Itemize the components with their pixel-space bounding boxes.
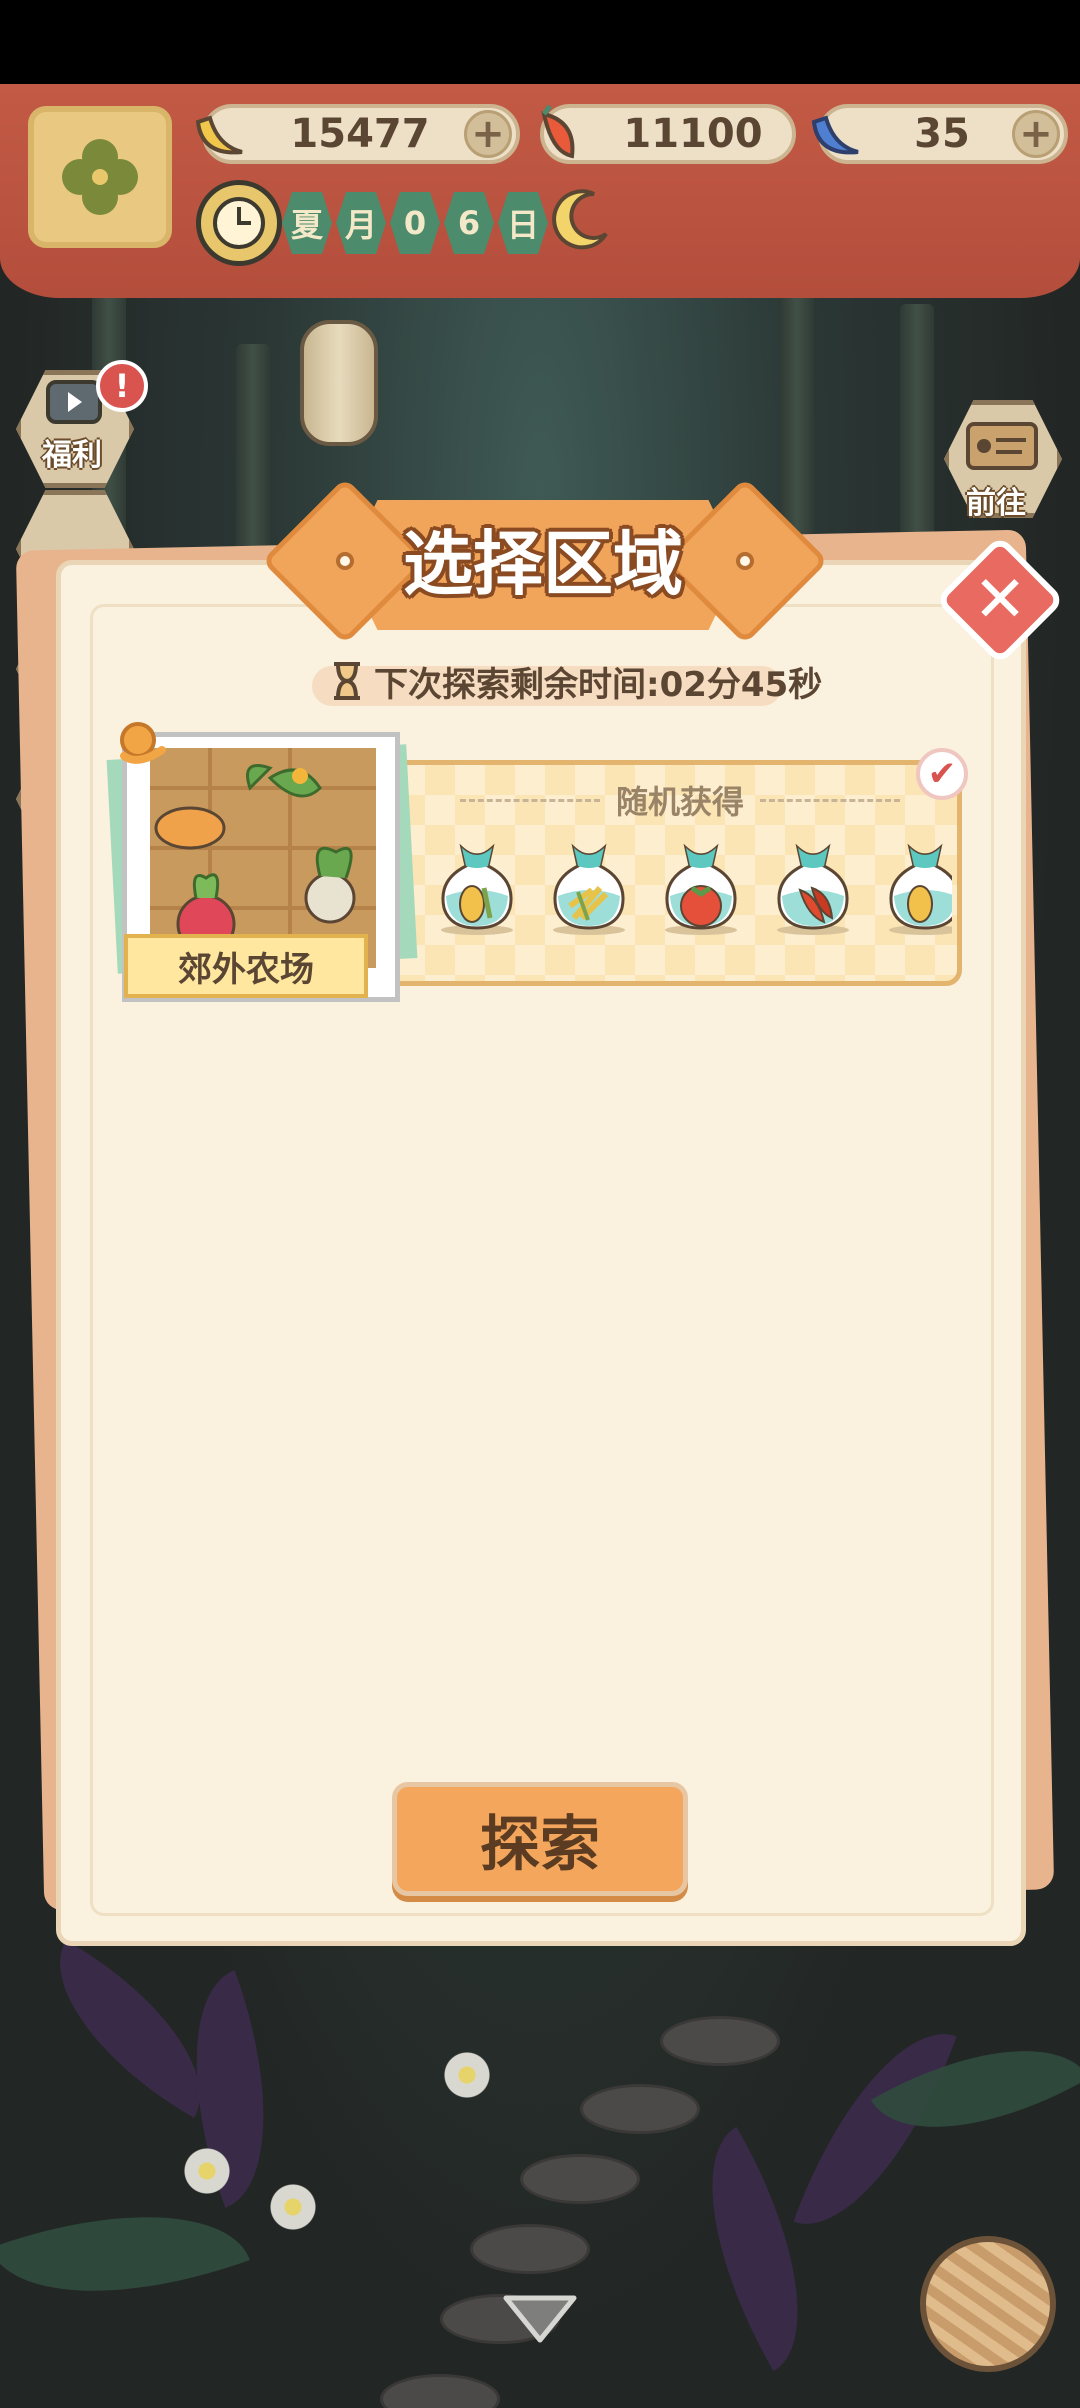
leaf xyxy=(793,2005,957,2253)
divider xyxy=(760,798,901,802)
date-digit: 0 xyxy=(390,192,440,254)
close-icon[interactable]: ✕ xyxy=(954,554,1046,646)
clock-icon[interactable] xyxy=(196,180,282,266)
divider xyxy=(460,798,600,802)
blue-banana-resource: 35 + xyxy=(811,104,1068,164)
chili-seed-bag-icon xyxy=(768,836,858,936)
stepping-stone xyxy=(660,2016,780,2066)
welfare-label: 福利 xyxy=(42,438,102,473)
corn-seed-bag-icon xyxy=(432,836,522,936)
add-blue-banana-button[interactable]: + xyxy=(1012,110,1060,158)
signboard-icon xyxy=(966,422,1038,470)
corn-seed-bag-icon xyxy=(880,836,952,936)
pepper-resource: 11100 xyxy=(540,104,796,164)
region-name: 郊外农场 xyxy=(124,934,368,998)
random-rewards-title: 随机获得 xyxy=(460,778,901,822)
explore-timer: 下次探索剩余时间:02分45秒 xyxy=(330,656,850,706)
tomato-seed-bag-icon xyxy=(656,836,746,936)
goto-label: 前往 xyxy=(966,486,1026,521)
chili-pepper-icon xyxy=(522,98,594,170)
blue-banana-icon xyxy=(800,98,872,170)
banana-resource: 15477 + xyxy=(195,104,520,164)
blue-banana-count: 35 xyxy=(914,111,970,157)
stepping-stone xyxy=(580,2084,700,2134)
status-bar xyxy=(0,0,1080,84)
selected-check-icon[interactable]: ✔ xyxy=(916,748,968,800)
yarn-ball-icon[interactable] xyxy=(920,2236,1056,2372)
chevron-down-icon[interactable] xyxy=(500,2288,580,2348)
clover-icon xyxy=(62,139,138,215)
stepping-stone xyxy=(520,2154,640,2204)
game-date: 夏 月 0 6 日 xyxy=(282,192,548,254)
notification-badge: ! xyxy=(96,360,148,412)
leaf xyxy=(870,2000,1080,2178)
reward-list xyxy=(432,836,952,946)
random-rewards-label: 随机获得 xyxy=(616,783,745,821)
banana-count: 15477 xyxy=(290,111,430,157)
moon-icon xyxy=(552,189,608,250)
date-day-char: 日 xyxy=(498,192,548,254)
date-digit: 6 xyxy=(444,192,494,254)
lantern xyxy=(300,320,378,446)
player-avatar[interactable] xyxy=(28,106,172,248)
video-icon xyxy=(46,380,102,424)
stepping-stone xyxy=(380,2374,500,2408)
stepping-stone xyxy=(470,2224,590,2274)
banana-icon xyxy=(184,98,256,170)
date-season: 夏 xyxy=(282,192,332,254)
modal-title: 选择区域 xyxy=(403,523,683,605)
timer-label: 下次探索剩余时间:02分45秒 xyxy=(374,664,823,705)
pin-icon xyxy=(120,722,166,764)
explore-button[interactable]: 探索 xyxy=(392,1782,688,1896)
date-month-char: 月 xyxy=(336,192,386,254)
add-banana-button[interactable]: + xyxy=(464,110,512,158)
flower xyxy=(180,2144,234,2198)
flower xyxy=(440,2048,494,2102)
hourglass-icon xyxy=(334,662,360,700)
flower xyxy=(266,2180,320,2234)
pepper-count: 11100 xyxy=(623,111,763,157)
wheat-seed-bag-icon xyxy=(544,836,634,936)
